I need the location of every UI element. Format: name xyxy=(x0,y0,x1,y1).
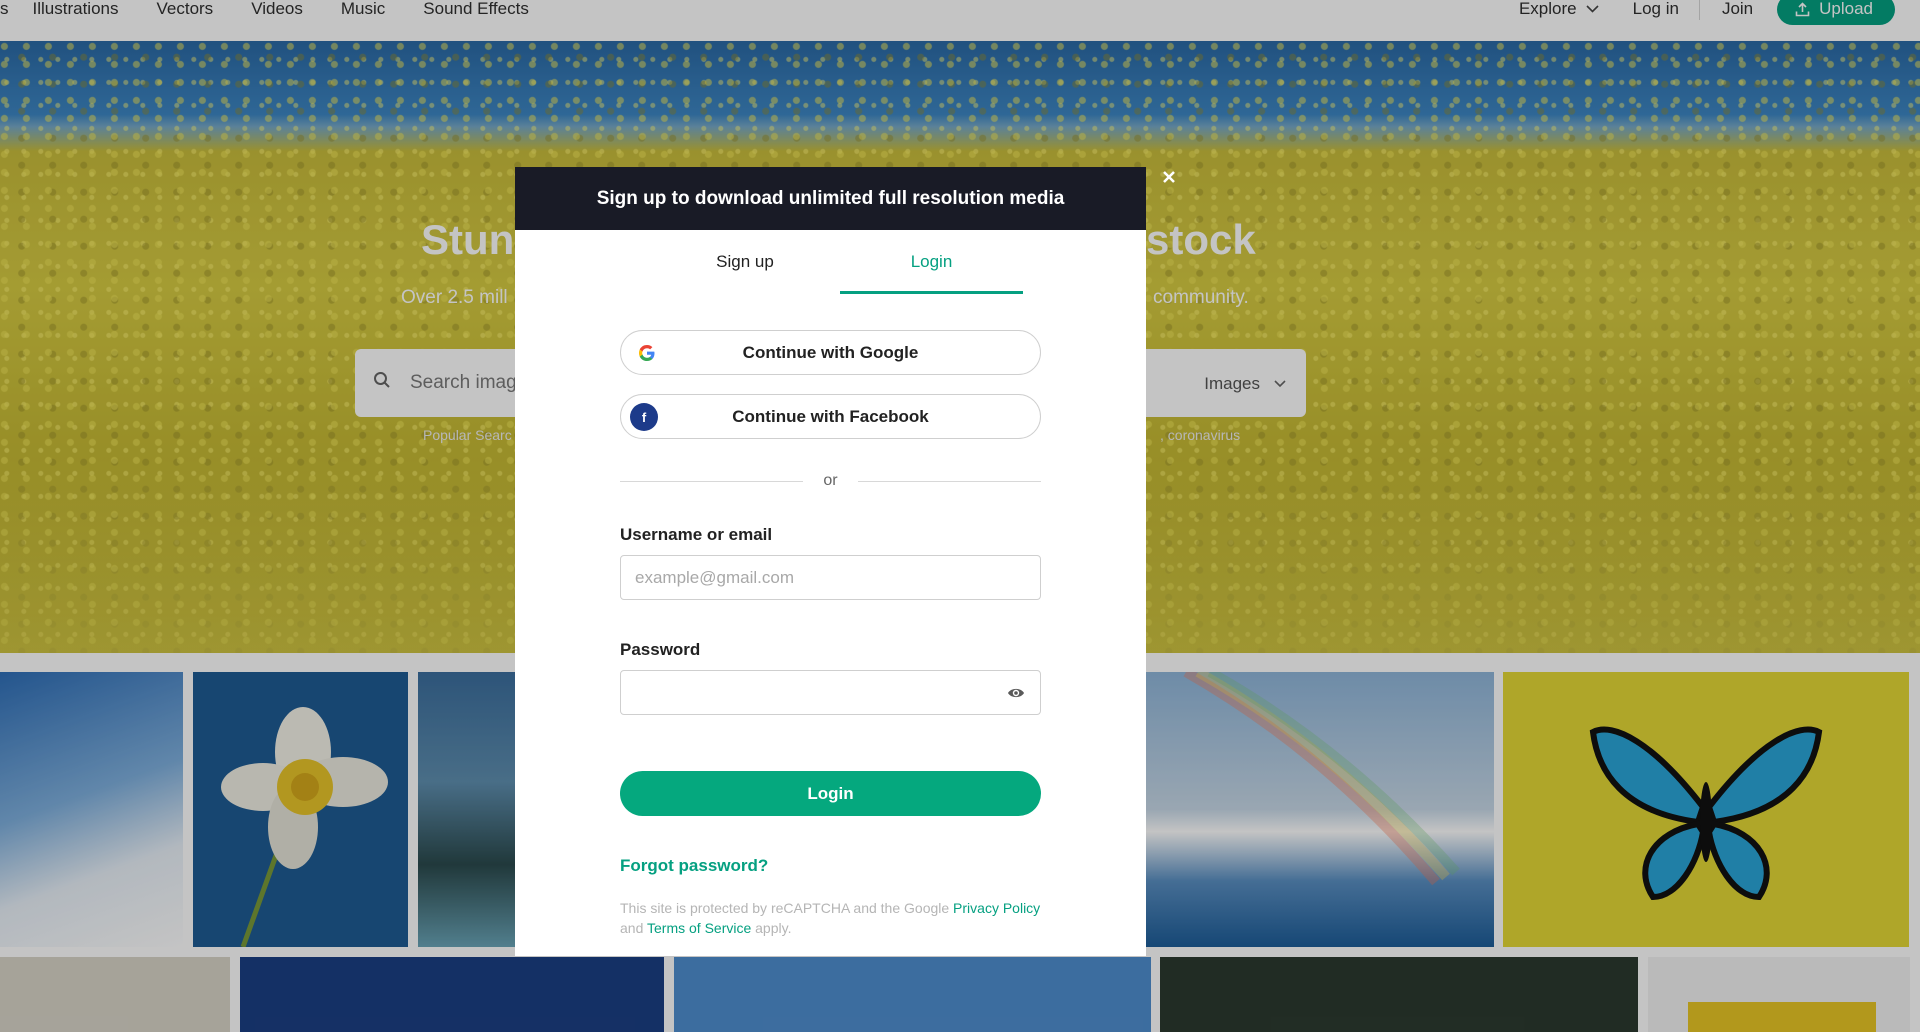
username-label: Username or email xyxy=(620,525,773,544)
login-submit-button[interactable]: Login xyxy=(620,771,1041,816)
google-icon xyxy=(639,345,655,361)
legal-text-post: apply. xyxy=(751,920,792,936)
username-email-input[interactable] xyxy=(620,555,1041,600)
continue-with-google-button[interactable]: Continue with Google xyxy=(620,330,1041,375)
divider-line-right xyxy=(858,481,1041,482)
tab-login[interactable]: Login xyxy=(840,252,1023,294)
auth-tabs: Sign up Login xyxy=(515,252,1146,294)
login-button-label: Login xyxy=(807,783,854,803)
google-button-label: Continue with Google xyxy=(742,342,919,362)
continue-with-facebook-button[interactable]: f Continue with Facebook xyxy=(620,394,1041,439)
password-label: Password xyxy=(620,640,701,659)
modal-header: Sign up to download unlimited full resol… xyxy=(515,167,1146,230)
privacy-policy-link[interactable]: Privacy Policy xyxy=(953,900,1040,916)
legal-text-pre: This site is protected by reCAPTCHA and … xyxy=(620,900,954,916)
eye-icon[interactable] xyxy=(1007,686,1025,700)
legal-text-and: and xyxy=(620,920,647,936)
modal-title: Sign up to download unlimited full resol… xyxy=(596,187,1065,209)
signup-login-modal: Sign up to download unlimited full resol… xyxy=(515,167,1146,956)
facebook-button-label: Continue with Facebook xyxy=(732,406,929,426)
facebook-icon: f xyxy=(630,403,658,431)
recaptcha-notice: This site is protected by reCAPTCHA and … xyxy=(620,898,1041,938)
password-input[interactable] xyxy=(620,670,1041,715)
close-icon[interactable] xyxy=(1158,166,1180,188)
tab-signup[interactable]: Sign up xyxy=(650,252,840,294)
or-divider: or xyxy=(620,472,1041,492)
terms-of-service-link[interactable]: Terms of Service xyxy=(647,920,751,936)
forgot-password-link[interactable]: Forgot password? xyxy=(620,856,768,876)
